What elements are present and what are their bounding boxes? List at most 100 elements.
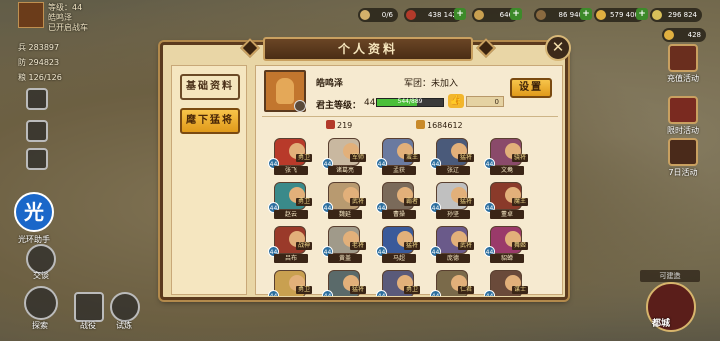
player-avatar[interactable] bbox=[18, 2, 44, 28]
side-activity-button[interactable]: 限时活动 bbox=[662, 96, 704, 136]
hero-role: 霸者 bbox=[404, 198, 421, 206]
player-info-panel[interactable]: 等级：44 皓鸣泽 已开启战车 兵 283897 防 294823 粮 126/… bbox=[18, 2, 138, 84]
add-resource-button[interactable]: + bbox=[454, 8, 466, 20]
hero-card[interactable]: 44 舞姬 貂蝉 bbox=[484, 226, 532, 266]
hero-card[interactable]: 44 骁将 文鸯 bbox=[484, 138, 532, 178]
profile-portrait[interactable] bbox=[264, 70, 306, 112]
troops-label: 兵 bbox=[18, 43, 26, 52]
hero-card[interactable]: 44勇卫周泰 bbox=[268, 270, 316, 296]
hero-card[interactable]: 44 猛将 张辽 bbox=[430, 138, 478, 178]
resource-item[interactable]: 0/6 bbox=[358, 8, 398, 22]
troops-value: 283897 bbox=[28, 43, 60, 52]
hero-card[interactable]: 44猛将许褚 bbox=[322, 270, 370, 296]
defense-value: 294823 bbox=[28, 58, 60, 67]
helmet-icon bbox=[326, 120, 335, 129]
tab-basic-info[interactable]: 基础资料 bbox=[180, 74, 240, 100]
watermark-logo-icon: 光 bbox=[14, 192, 54, 232]
hero-role: 猛将 bbox=[458, 154, 475, 162]
swords-icon[interactable] bbox=[26, 88, 48, 110]
battle-button[interactable] bbox=[74, 292, 104, 322]
hero-name: 孟获 bbox=[382, 166, 416, 175]
hero-card[interactable]: 44勇卫典韦 bbox=[376, 270, 424, 296]
shield-icon[interactable] bbox=[26, 120, 48, 142]
explore-button[interactable] bbox=[24, 286, 58, 320]
activity-icon bbox=[668, 44, 698, 72]
hero-role: 猛将 bbox=[350, 286, 367, 294]
hero-card[interactable]: 44 武将 庞德 bbox=[430, 226, 478, 266]
trial-label: 试炼 bbox=[116, 321, 132, 330]
hero-role: 猛将 bbox=[404, 242, 421, 250]
close-button[interactable]: ✕ bbox=[545, 35, 571, 61]
hero-card[interactable]: 44 霸者 曹操 bbox=[376, 182, 424, 222]
chat-label: 交谈 bbox=[33, 271, 49, 280]
dialog-title: 个人资料 bbox=[337, 42, 398, 56]
hero-card[interactable]: 44 战神 吕布 bbox=[268, 226, 316, 266]
add-resource-button[interactable]: + bbox=[510, 8, 522, 20]
resource-icon bbox=[474, 10, 484, 20]
hero-card[interactable]: 44 勇卫 赵云 bbox=[268, 182, 316, 222]
flag-icon[interactable] bbox=[26, 148, 48, 170]
edit-avatar-icon[interactable] bbox=[294, 100, 306, 112]
hero-card[interactable]: 44 猛将 孙坚 bbox=[430, 182, 478, 222]
profile-guild: 军团：未加入 bbox=[404, 79, 459, 89]
hero-level: 44 bbox=[322, 290, 333, 296]
gold-sub[interactable]: 428 bbox=[662, 28, 706, 42]
hero-count: 219 bbox=[337, 121, 353, 130]
add-resource-button[interactable]: + bbox=[636, 8, 648, 20]
hero-name: 孙坚 bbox=[436, 210, 470, 219]
divider bbox=[262, 116, 558, 117]
hero-name: 马超 bbox=[382, 254, 416, 263]
hero-card[interactable]: 44 蛮王 孟获 bbox=[376, 138, 424, 178]
hero-role: 勇卫 bbox=[296, 286, 313, 294]
hero-role: 武将 bbox=[458, 242, 475, 250]
resource-icon bbox=[406, 10, 416, 20]
watermark: 光 光环助手 bbox=[6, 192, 62, 245]
hero-card[interactable]: 44 魔王 董卓 bbox=[484, 182, 532, 222]
like-count: 0 bbox=[466, 96, 504, 107]
hero-card[interactable]: 44 武将 魏延 bbox=[322, 182, 370, 222]
hero-card[interactable]: 44谋士许攸 bbox=[484, 270, 532, 296]
hero-name: 曹操 bbox=[382, 210, 416, 219]
settings-button[interactable]: 设置 bbox=[510, 78, 552, 98]
trial-button[interactable] bbox=[110, 292, 140, 322]
food-label: 粮 bbox=[18, 73, 26, 82]
hero-card[interactable]: 44仁君刘备 bbox=[430, 270, 478, 296]
add-resource-button[interactable]: + bbox=[580, 8, 592, 20]
hero-level: 44 bbox=[376, 290, 387, 296]
tab-generals[interactable]: 麾下猛将 bbox=[180, 108, 240, 134]
hero-card[interactable]: 44 勇卫 张飞 bbox=[268, 138, 316, 178]
activity-icon bbox=[668, 96, 698, 124]
xp-bar: 544/889 bbox=[376, 98, 444, 107]
hero-count-stat: 219 bbox=[326, 120, 352, 130]
hero-role: 军师 bbox=[350, 154, 367, 162]
activity-label: 充值活动 bbox=[667, 74, 699, 83]
profile-name: 皓鸣泽 bbox=[316, 79, 344, 89]
hero-role: 魔王 bbox=[512, 198, 529, 206]
hero-role: 谋士 bbox=[512, 286, 529, 294]
resource-item[interactable]: 296 824 bbox=[650, 8, 702, 22]
lord-level-value: 44 bbox=[364, 98, 376, 108]
hero-name: 诸葛亮 bbox=[328, 166, 362, 175]
title-diamond-left-icon bbox=[240, 38, 260, 58]
xp-text: 544/889 bbox=[397, 98, 423, 105]
hero-role: 舞姬 bbox=[512, 242, 529, 250]
hero-name: 张飞 bbox=[274, 166, 308, 175]
hero-card[interactable]: 44 军师 诸葛亮 bbox=[322, 138, 370, 178]
hero-role: 战神 bbox=[296, 242, 313, 250]
gold-icon bbox=[664, 30, 674, 40]
hero-name: 黄盖 bbox=[328, 254, 362, 263]
capital-label: 都城 bbox=[652, 319, 671, 329]
food-value: 126/126 bbox=[28, 73, 62, 82]
hero-name: 庞德 bbox=[436, 254, 470, 263]
resource-value: 579 400 bbox=[610, 11, 639, 19]
hero-card[interactable]: 44 老将 黄盖 bbox=[322, 226, 370, 266]
resource-value: 438 142 bbox=[428, 11, 457, 19]
side-activity-button[interactable]: 充值活动 bbox=[662, 44, 704, 84]
hero-grid: 44 勇卫 张飞 44 军师 诸葛亮 44 蛮王 孟获 44 猛将 张辽 44 骁将 文鸯 44 勇卫 赵云 44 武… bbox=[264, 136, 558, 296]
lord-level-label: 君主等级： bbox=[316, 101, 362, 111]
thumbs-up-icon[interactable]: 👍 bbox=[448, 94, 464, 108]
hero-level: 44 bbox=[430, 290, 441, 296]
hero-card[interactable]: 44 猛将 马超 bbox=[376, 226, 424, 266]
hero-name: 张辽 bbox=[436, 166, 470, 175]
side-activity-button[interactable]: 7日活动 bbox=[662, 138, 704, 178]
